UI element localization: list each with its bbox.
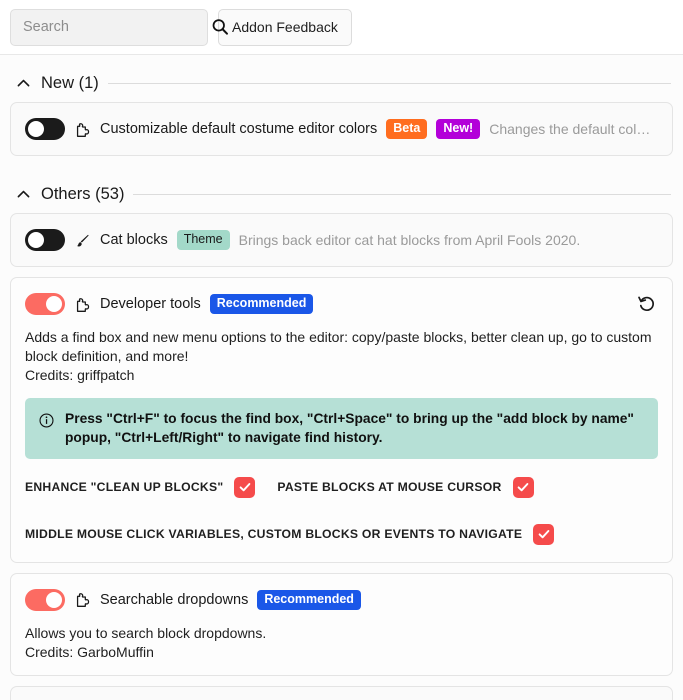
puzzle-piece-icon — [76, 122, 90, 137]
toolbar: Addon Feedback — [0, 0, 683, 55]
status-badge-new: New! — [436, 119, 481, 139]
status-badge-theme: Theme — [176, 230, 230, 250]
toggle-knob — [28, 121, 44, 137]
addons-list: New (1) Customizable default costume edi… — [0, 55, 683, 700]
addon-name: Cat blocks — [100, 232, 168, 248]
addon-toggle[interactable] — [25, 229, 65, 251]
addon-name: Searchable dropdowns — [100, 591, 249, 608]
paintbrush-icon — [77, 234, 89, 246]
addon-card[interactable]: Searchable dropdowns Recommended Allows … — [10, 572, 673, 676]
addon-description: Adds a find box and new menu options to … — [25, 329, 652, 383]
addon-card[interactable]: Developer tools Recommended Adds a find … — [10, 277, 673, 563]
addon-name: Customizable default costume editor colo… — [100, 121, 378, 137]
check-icon — [538, 530, 550, 539]
addon-card[interactable]: Cat blocks Theme Brings back editor cat … — [10, 213, 673, 267]
addon-toggle[interactable] — [25, 118, 65, 140]
search-icon[interactable] — [210, 17, 230, 37]
setting-checkbox[interactable] — [234, 476, 256, 498]
addon-feedback-button[interactable]: Addon Feedback — [218, 8, 352, 46]
check-icon — [517, 483, 529, 492]
search-field[interactable] — [10, 8, 228, 46]
addon-card-header: Cat blocks Theme Brings back editor cat … — [25, 227, 658, 253]
addon-name: Developer tools — [100, 296, 201, 312]
toggle-knob — [46, 591, 62, 608]
reset-icon[interactable] — [636, 293, 658, 315]
addon-inline-description: Changes the default colors a… — [489, 121, 658, 137]
section-title: Others (53) — [41, 185, 125, 203]
section-divider — [133, 194, 671, 195]
addon-card-header: Developer tools Recommended — [25, 291, 658, 317]
addon-card[interactable]: Data category tweaks Recommended Provide… — [10, 685, 673, 700]
addon-toggle[interactable] — [25, 588, 65, 611]
addon-card-header: Searchable dropdowns Recommended — [25, 587, 658, 613]
status-badge-recommended: Recommended — [257, 590, 361, 610]
info-circle-icon — [39, 413, 54, 428]
addon-inline-description: Brings back editor cat hat blocks from A… — [238, 232, 581, 248]
chevron-up-icon[interactable] — [15, 186, 32, 203]
chevron-up-icon[interactable] — [15, 75, 32, 92]
section-title: New (1) — [41, 74, 99, 92]
toggle-knob — [28, 232, 44, 248]
setting-row[interactable]: PASTE BLOCKS AT MOUSE CURSOR — [277, 476, 534, 498]
addon-notice: Press "Ctrl+F" to focus the find box, "C… — [25, 397, 658, 459]
section-header-others[interactable]: Others (53) — [10, 166, 673, 213]
addon-description: Allows you to search block dropdowns. Cr… — [25, 624, 267, 660]
setting-row[interactable]: MIDDLE MOUSE CLICK VARIABLES, CUSTOM BLO… — [25, 523, 555, 545]
addon-card-header: Customizable default costume editor colo… — [25, 116, 658, 142]
setting-label: PASTE BLOCKS AT MOUSE CURSOR — [277, 480, 502, 495]
addon-toggle[interactable] — [25, 293, 65, 315]
setting-checkbox[interactable] — [533, 523, 555, 545]
toggle-knob — [46, 296, 62, 312]
puzzle-piece-icon — [76, 593, 90, 608]
check-icon — [239, 483, 251, 492]
addon-card[interactable]: Customizable default costume editor colo… — [10, 102, 673, 156]
addon-notice-text: Press "Ctrl+F" to focus the find box, "C… — [65, 410, 634, 446]
setting-label: ENHANCE "CLEAN UP BLOCKS" — [25, 480, 224, 495]
status-badge-beta: Beta — [386, 119, 428, 139]
section-divider — [107, 83, 671, 84]
setting-checkbox[interactable] — [512, 476, 534, 498]
section-header-new[interactable]: New (1) — [10, 55, 673, 102]
setting-label: MIDDLE MOUSE CLICK VARIABLES, CUSTOM BLO… — [25, 527, 523, 542]
search-input[interactable] — [23, 19, 210, 35]
status-badge-recommended: Recommended — [209, 294, 314, 314]
setting-row[interactable]: ENHANCE "CLEAN UP BLOCKS" — [25, 476, 256, 498]
addon-settings: ENHANCE "CLEAN UP BLOCKS" PASTE BLOCKS A… — [25, 476, 658, 549]
puzzle-piece-icon — [76, 297, 90, 312]
